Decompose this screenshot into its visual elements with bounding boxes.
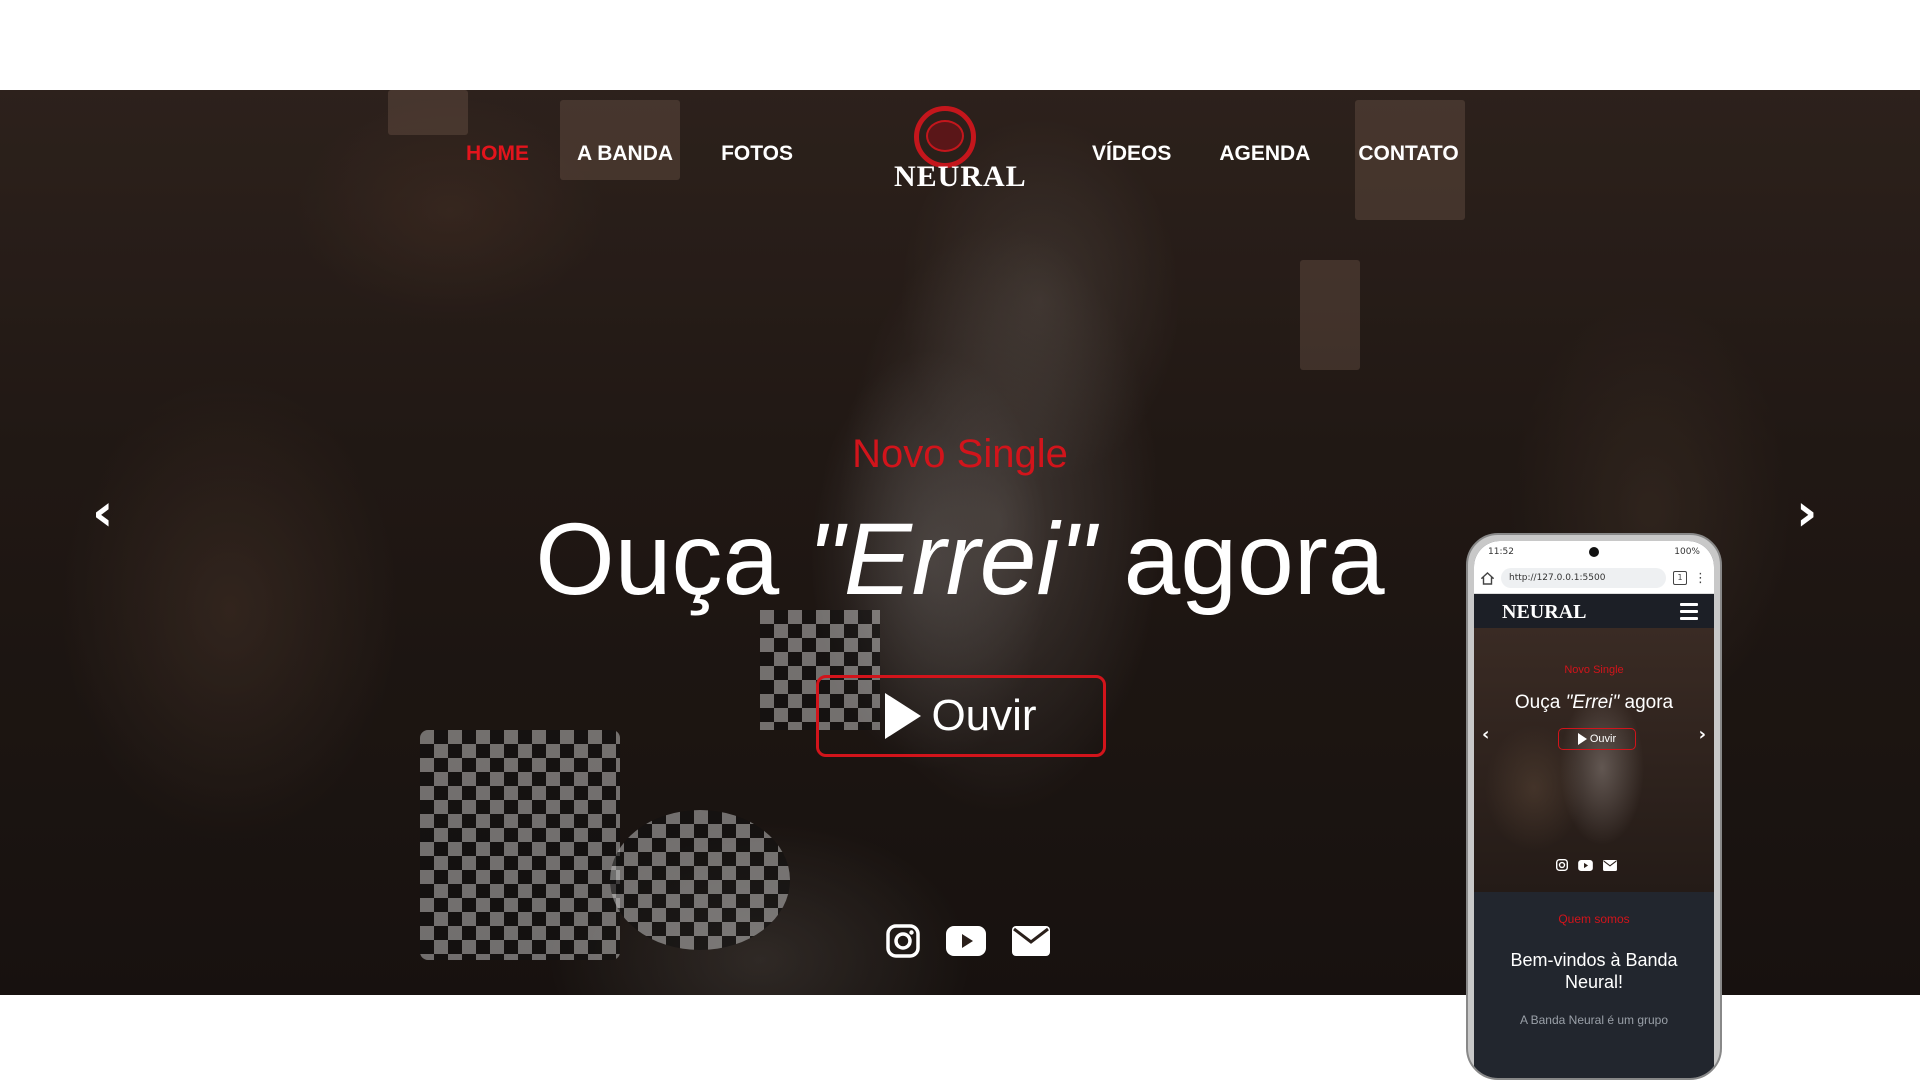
- youtube-icon[interactable]: [1578, 856, 1593, 875]
- listen-button[interactable]: Ouvir: [816, 675, 1106, 757]
- mobile-header: NEURAL: [1474, 594, 1714, 628]
- url-text: http://127.0.0.1:5500: [1509, 573, 1606, 583]
- logo-brain-icon: [926, 120, 964, 152]
- main-nav-left: HOME A BANDA FOTOS: [466, 142, 793, 166]
- mobile-headline-text: agora: [1619, 692, 1674, 713]
- mobile-carousel-next-icon[interactable]: ›: [1699, 724, 1706, 745]
- browser-url-bar: http://127.0.0.1:5500 1 ⋮: [1474, 563, 1714, 594]
- nav-agenda[interactable]: AGENDA: [1219, 142, 1310, 166]
- mobile-hero-headline: Ouça "Errei" agora: [1474, 692, 1714, 714]
- email-icon[interactable]: [1603, 856, 1617, 875]
- mobile-carousel-prev-icon[interactable]: ‹: [1482, 724, 1489, 745]
- play-icon: [885, 693, 922, 739]
- about-title: Bem-vindos à Banda Neural!: [1510, 950, 1678, 992]
- browser-menu-icon[interactable]: ⋮: [1694, 571, 1707, 586]
- headline-text: agora: [1095, 502, 1385, 616]
- social-links: [886, 924, 1050, 962]
- mobile-listen-label: Ouvir: [1589, 733, 1617, 745]
- mobile-play-icon: [1577, 733, 1587, 745]
- headline-song-title: "Errei": [807, 502, 1096, 616]
- mobile-logo[interactable]: NEURAL: [1502, 601, 1586, 624]
- mobile-about-section: Quem somos Bem-vindos à Banda Neural! A …: [1474, 892, 1714, 1027]
- about-text: A Banda Neural é um grupo: [1519, 1013, 1669, 1028]
- status-time: 11:52: [1488, 547, 1514, 557]
- listen-button-label: Ouvir: [931, 691, 1037, 740]
- drum-checker-pattern: [420, 730, 620, 960]
- band-logo[interactable]: NEURAL: [888, 106, 1026, 202]
- mobile-listen-button[interactable]: Ouvir: [1558, 728, 1636, 750]
- nav-home[interactable]: HOME: [466, 142, 529, 166]
- headline-text: Ouça: [535, 502, 808, 616]
- mobile-hero-subtitle: Novo Single: [1564, 664, 1624, 676]
- mobile-hero: Novo Single Ouça "Errei" agora ‹ › Ouvir: [1474, 628, 1714, 892]
- hero-subtitle: Novo Single: [852, 432, 1068, 476]
- status-battery: 100%: [1674, 547, 1700, 557]
- phone-mockup: 11:52 100% http://127.0.0.1:5500 1 ⋮ NEU…: [1466, 533, 1722, 1080]
- instagram-icon[interactable]: [886, 924, 920, 962]
- nav-fotos[interactable]: FOTOS: [721, 142, 793, 166]
- background-poster: [560, 100, 680, 180]
- main-nav-right: VÍDEOS AGENDA CONTATO: [1092, 142, 1459, 166]
- nav-a-banda[interactable]: A BANDA: [577, 142, 673, 166]
- url-field[interactable]: http://127.0.0.1:5500: [1501, 568, 1666, 588]
- phone-status-bar: 11:52 100%: [1474, 541, 1714, 563]
- instagram-icon[interactable]: [1556, 856, 1568, 875]
- front-camera-icon: [1589, 547, 1600, 557]
- nav-contato[interactable]: CONTATO: [1358, 142, 1458, 166]
- nav-videos[interactable]: VÍDEOS: [1092, 142, 1171, 166]
- mobile-headline-text: Ouça: [1514, 692, 1566, 713]
- drum-checker-pattern: [610, 810, 790, 950]
- hamburger-menu-icon[interactable]: [1680, 603, 1698, 624]
- home-icon[interactable]: [1481, 571, 1494, 585]
- youtube-icon[interactable]: [946, 926, 986, 960]
- phone-screen: 11:52 100% http://127.0.0.1:5500 1 ⋮ NEU…: [1474, 541, 1714, 1078]
- background-poster: [1300, 260, 1360, 370]
- tabs-count-icon[interactable]: 1: [1673, 571, 1687, 585]
- logo-text: NEURAL: [894, 160, 1027, 193]
- email-icon[interactable]: [1012, 926, 1050, 960]
- mobile-headline-song: "Errei": [1565, 692, 1620, 713]
- mobile-social-links: [1556, 856, 1617, 875]
- background-poster: [388, 90, 468, 135]
- about-label: Quem somos: [1558, 912, 1630, 926]
